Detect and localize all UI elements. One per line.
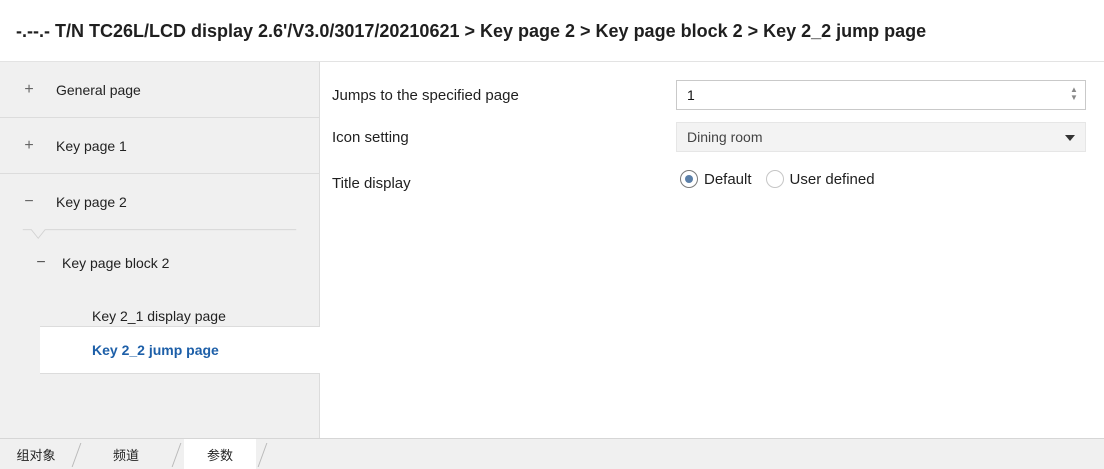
tab-group-objects[interactable]: 组对象	[0, 439, 72, 469]
chevron-down-icon[interactable]	[1065, 135, 1075, 141]
tab-label: 频道	[112, 447, 139, 463]
spin-arrows-icon[interactable]: ▲ ▼	[1069, 86, 1079, 104]
tab-divider	[257, 443, 268, 467]
title-bar: -.--.- T/N TC26L/LCD display 2.6'/V3.0/3…	[0, 0, 1104, 62]
radio-default[interactable]: Default	[680, 170, 752, 188]
sidebar-item-label: Key page 2	[56, 194, 127, 210]
radio-user-defined[interactable]: User defined	[765, 170, 875, 188]
jump-page-row: Jumps to the specified page 1 ▲ ▼	[320, 78, 1104, 112]
tab-parameters[interactable]: 参数	[184, 439, 256, 469]
title-display-radio-group: Default User defined	[680, 170, 889, 188]
tab-label: 组对象	[16, 447, 56, 463]
sidebar-item-key-page-2[interactable]: − Key page 2	[0, 174, 319, 230]
sidebar-item-general-page[interactable]: + General page	[0, 62, 319, 118]
jump-page-label: Jumps to the specified page	[332, 87, 519, 104]
breadcrumb-title: -.--.- T/N TC26L/LCD display 2.6'/V3.0/3…	[16, 21, 927, 41]
radio-default-label[interactable]: Default	[704, 171, 752, 188]
expand-plus-icon[interactable]: +	[22, 81, 36, 99]
expand-plus-icon[interactable]: +	[22, 137, 36, 155]
icon-setting-row: Icon setting Dining room	[320, 120, 1104, 154]
icon-setting-dropdown[interactable]: Dining room	[676, 122, 1086, 152]
radio-unchecked-icon[interactable]	[765, 170, 784, 188]
collapse-minus-icon[interactable]: −	[22, 193, 36, 211]
sidebar-item-label: Key page 1	[56, 137, 127, 154]
sidebar: + General page + Key page 1 − Key page 2…	[0, 62, 320, 438]
bottom-tab-bar: 组对象 频道 参数	[0, 438, 1104, 469]
sidebar-item-key-page-block-2[interactable]: − Key page block 2	[0, 237, 319, 289]
sidebar-item-label: Key 2_2 jump page	[92, 342, 219, 358]
sidebar-item-label: Key 2_1 display page	[92, 308, 226, 324]
radio-checked-icon[interactable]	[680, 170, 698, 188]
sidebar-item-label: Key page block 2	[62, 255, 170, 271]
tab-channels[interactable]: 频道	[84, 439, 168, 469]
sidebar-item-key-page-1[interactable]: + Key page 1	[0, 118, 319, 174]
tab-divider	[71, 443, 82, 467]
jump-page-value[interactable]: 1	[687, 87, 695, 103]
sidebar-item-label: General page	[56, 81, 141, 98]
title-display-row: Title display Default User defined	[320, 166, 1104, 200]
icon-setting-value: Dining room	[687, 129, 763, 145]
parameter-panel: Jumps to the specified page 1 ▲ ▼ Icon se…	[320, 62, 1104, 438]
sidebar-item-key-2-2-jump-page[interactable]: Key 2_2 jump page	[40, 326, 320, 374]
tab-divider	[171, 443, 182, 467]
collapse-minus-icon[interactable]: −	[34, 254, 48, 272]
radio-user-defined-label[interactable]: User defined	[790, 171, 875, 188]
title-display-label: Title display	[332, 175, 411, 192]
icon-setting-label: Icon setting	[332, 129, 409, 146]
jump-page-spinbox[interactable]: 1 ▲ ▼	[676, 80, 1086, 110]
tab-label: 参数	[206, 447, 233, 463]
